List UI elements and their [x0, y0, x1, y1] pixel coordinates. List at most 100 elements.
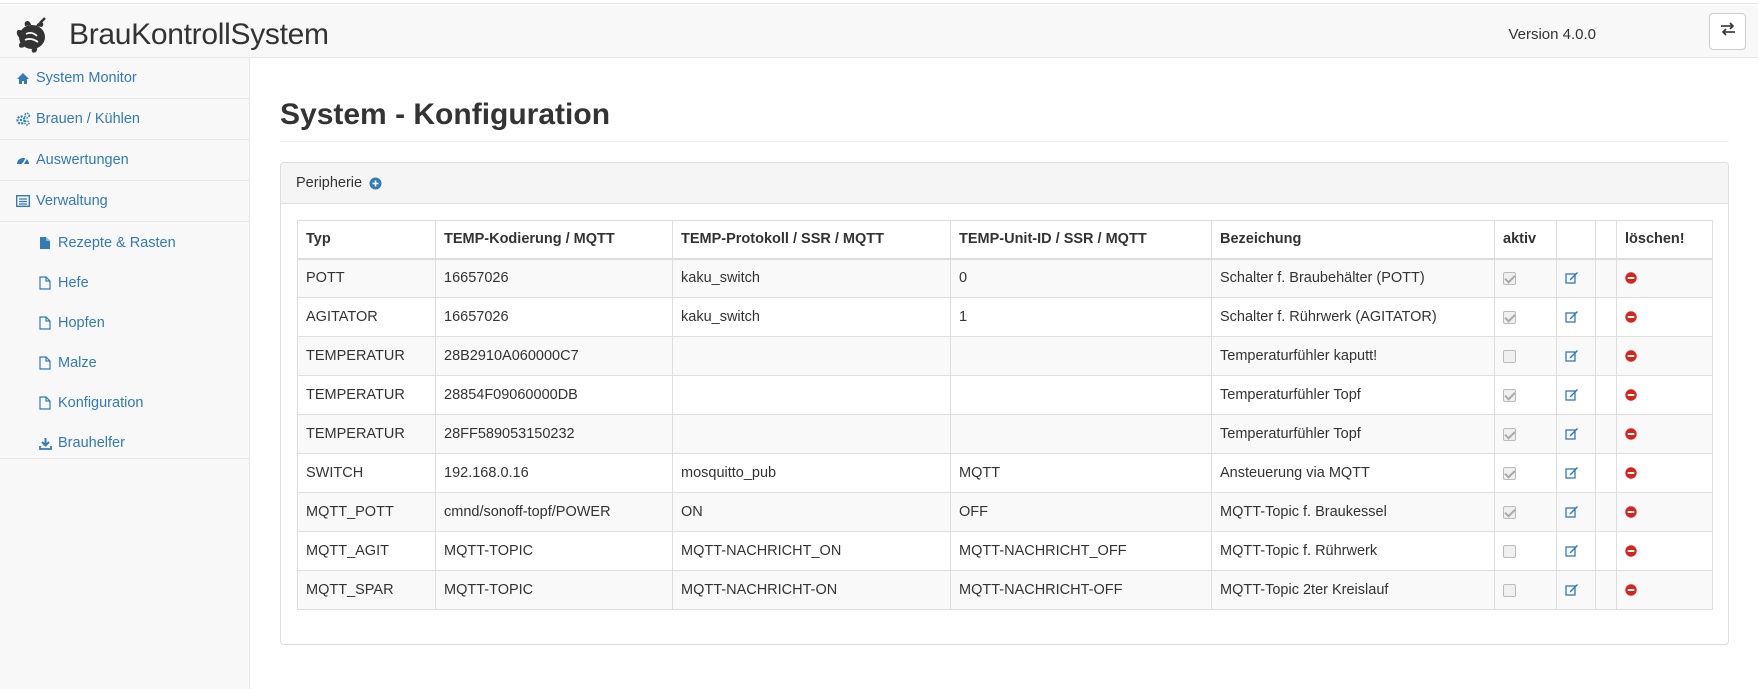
cell-edit — [1556, 336, 1596, 376]
cell-unit-id: MQTT-NACHRICHT_OFF — [950, 531, 1212, 571]
cell-typ: SWITCH — [297, 453, 436, 493]
cell-bezeichnung: MQTT-Topic f. Braukessel — [1211, 492, 1495, 532]
cell-edit — [1556, 258, 1596, 298]
cell-spacer — [1595, 492, 1617, 532]
cell-aktiv — [1494, 258, 1557, 298]
aktiv-checkbox[interactable] — [1503, 427, 1516, 441]
hop-logo-icon — [12, 17, 48, 53]
file-outline-icon — [38, 396, 52, 410]
delete-icon[interactable] — [1625, 584, 1637, 596]
sidebar-item-auswertungen[interactable]: Auswertungen — [0, 140, 249, 181]
sidebar-subitem-malze[interactable]: Malze — [38, 353, 97, 373]
add-circle-icon[interactable] — [369, 177, 382, 190]
aktiv-checkbox[interactable] — [1503, 466, 1516, 480]
cell-kodierung: 16657026 — [435, 297, 673, 337]
sidebar-subitem-brauhelfer[interactable]: Brauhelfer — [38, 433, 125, 453]
cell-typ: TEMPERATUR — [297, 414, 436, 454]
sidebar-item-label: System Monitor — [36, 70, 137, 86]
delete-icon[interactable] — [1625, 506, 1637, 518]
edit-icon[interactable] — [1565, 505, 1579, 519]
cell-bezeichnung: MQTT-Topic 2ter Kreislauf — [1211, 570, 1495, 610]
cell-typ: TEMPERATUR — [297, 375, 436, 415]
edit-icon[interactable] — [1565, 466, 1579, 480]
cell-typ: POTT — [297, 258, 436, 298]
sidebar-subitem-rezepte-rasten[interactable]: Rezepte & Rasten — [38, 233, 176, 253]
cell-unit-id: 1 — [950, 297, 1212, 337]
cell-delete — [1616, 531, 1713, 571]
download-icon — [38, 436, 52, 450]
edit-icon[interactable] — [1565, 388, 1579, 402]
edit-icon[interactable] — [1565, 271, 1579, 285]
cell-delete — [1616, 297, 1713, 337]
sidebar-item-label: Brauen / Kühlen — [36, 111, 140, 127]
delete-icon[interactable] — [1625, 311, 1637, 323]
cell-kodierung: 28B2910A060000C7 — [435, 336, 673, 376]
cell-unit-id — [950, 336, 1212, 376]
column-header-kodierung: TEMP-Kodierung / MQTT — [435, 220, 673, 260]
aktiv-checkbox[interactable] — [1503, 388, 1516, 402]
aktiv-checkbox[interactable] — [1503, 349, 1516, 363]
cell-kodierung: 28FF589053150232 — [435, 414, 673, 454]
app-title[interactable]: BrauKontrollSystem — [69, 18, 329, 52]
cell-spacer — [1595, 258, 1617, 298]
cell-bezeichnung: Ansteuerung via MQTT — [1211, 453, 1495, 493]
aktiv-checkbox[interactable] — [1503, 544, 1516, 558]
table-row: TEMPERATUR 28854F09060000DB Temperaturfühl… — [297, 375, 1713, 415]
sidebar-item-system-monitor[interactable]: System Monitor — [0, 58, 249, 99]
cell-protokoll: kaku_switch — [672, 297, 951, 337]
edit-icon[interactable] — [1565, 349, 1579, 363]
cell-typ: TEMPERATUR — [297, 336, 436, 376]
delete-icon[interactable] — [1625, 272, 1637, 285]
cell-typ: MQTT_AGIT — [297, 531, 436, 571]
sidebar-subitem-hopfen[interactable]: Hopfen — [38, 313, 105, 333]
cell-delete — [1616, 492, 1713, 532]
edit-icon[interactable] — [1565, 583, 1579, 597]
cell-unit-id: MQTT — [950, 453, 1212, 493]
sidebar-subitem-label: Brauhelfer — [58, 435, 125, 451]
cell-bezeichnung: Temperaturfühler Topf — [1211, 414, 1495, 454]
table-row: SWITCH 192.168.0.16 mosquitto_pub MQTT Anste… — [297, 453, 1713, 493]
cell-bezeichnung: Temperaturfühler Topf — [1211, 375, 1495, 415]
cell-unit-id — [950, 375, 1212, 415]
cell-protokoll — [672, 414, 951, 454]
column-header-edit — [1556, 220, 1596, 260]
gears-icon — [16, 112, 30, 126]
delete-icon[interactable] — [1625, 350, 1637, 362]
sidebar-item-label: Verwaltung — [36, 193, 108, 209]
aktiv-checkbox[interactable] — [1503, 271, 1516, 285]
sidebar-subitem-hefe[interactable]: Hefe — [38, 273, 89, 293]
delete-icon[interactable] — [1625, 428, 1637, 440]
file-outline-icon — [38, 356, 52, 370]
table-row: AGITATOR 16657026 kaku_switch 1 Schalter f. … — [297, 297, 1713, 337]
sidebar-subitem-konfiguration[interactable]: Konfiguration — [38, 393, 143, 413]
edit-icon[interactable] — [1565, 310, 1579, 324]
delete-icon[interactable] — [1625, 545, 1637, 557]
cell-edit — [1556, 531, 1596, 571]
sidebar-toggle-button[interactable] — [1709, 13, 1746, 50]
cell-edit — [1556, 570, 1596, 610]
delete-icon[interactable] — [1625, 467, 1637, 479]
edit-icon[interactable] — [1565, 427, 1579, 441]
cell-delete — [1616, 258, 1713, 298]
sidebar-item-brauen-kuehlen[interactable]: Brauen / Kühlen — [0, 99, 249, 140]
file-outline-icon — [38, 316, 52, 330]
table-row: TEMPERATUR 28FF589053150232 Temperaturfühl… — [297, 414, 1713, 454]
aktiv-checkbox[interactable] — [1503, 505, 1516, 519]
home-icon — [16, 71, 30, 85]
sidebar-item-verwaltung[interactable]: Verwaltung — [0, 181, 249, 222]
exchange-icon — [1720, 22, 1736, 41]
edit-icon[interactable] — [1565, 544, 1579, 558]
cell-delete — [1616, 453, 1713, 493]
cell-kodierung: 28854F09060000DB — [435, 375, 673, 415]
aktiv-checkbox[interactable] — [1503, 583, 1516, 597]
cell-bezeichnung: Schalter f. Rührwerk (AGITATOR) — [1211, 297, 1495, 337]
delete-icon[interactable] — [1625, 389, 1637, 401]
column-header-aktiv: aktiv — [1494, 220, 1557, 260]
aktiv-checkbox[interactable] — [1503, 310, 1516, 324]
list-icon — [16, 194, 30, 208]
sidebar: System Monitor Brauen / Kühlen Auswertun… — [0, 58, 250, 689]
table-row: POTT 16657026 kaku_switch 0 Schalter f. Brau… — [297, 258, 1713, 298]
cell-aktiv — [1494, 570, 1557, 610]
cell-edit — [1556, 375, 1596, 415]
cell-spacer — [1595, 375, 1617, 415]
